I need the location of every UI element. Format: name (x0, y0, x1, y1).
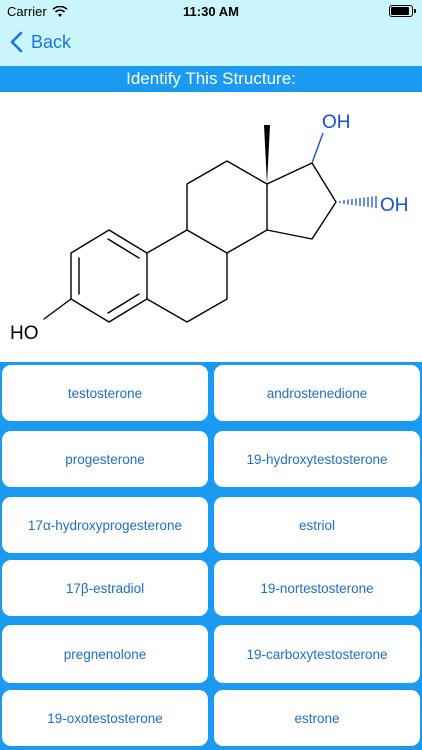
estriol-structure-diagram: OH OH HO (10, 112, 409, 344)
answer-button-19-oxotestosterone[interactable]: 19-oxotestosterone (2, 690, 208, 746)
structure-image: OH OH HO (0, 92, 422, 362)
question-title: Identify This Structure: (0, 66, 422, 92)
answer-button-estriol[interactable]: estriol (214, 497, 420, 553)
answer-button-19-nortestosterone[interactable]: 19-nortestosterone (214, 560, 420, 616)
battery-icon (389, 5, 416, 17)
answer-button-19-hydroxytestosterone[interactable]: 19-hydroxytestosterone (214, 431, 420, 487)
methyl-wedge (264, 125, 270, 184)
answer-button-pregnenolone[interactable]: pregnenolone (2, 625, 208, 683)
answer-grid: testosterone androstenedione progesteron… (0, 362, 422, 750)
ho-label: HO (10, 323, 39, 344)
oh-label-top: OH (322, 112, 351, 133)
chevron-left-icon (10, 31, 23, 53)
back-label: Back (31, 31, 72, 52)
battery-level (391, 7, 409, 15)
hashed-bond (339, 196, 377, 208)
status-bar: Carrier 11:30 AM (0, 0, 422, 22)
answer-button-19-carboxytestosterone[interactable]: 19-carboxytestosterone (214, 625, 420, 683)
answer-button-estrone[interactable]: estrone (214, 690, 420, 746)
oh-label-right: OH (380, 195, 409, 216)
answer-button-progesterone[interactable]: progesterone (2, 431, 208, 487)
answer-button-17a-hydroxyprogesterone[interactable]: 17α-hydroxyprogesterone (2, 497, 208, 553)
status-time: 11:30 AM (183, 4, 239, 19)
answer-button-17b-estradiol[interactable]: 17β-estradiol (2, 560, 208, 616)
answer-button-testosterone[interactable]: testosterone (2, 365, 208, 421)
back-button[interactable]: Back (10, 31, 71, 53)
answer-button-androstenedione[interactable]: androstenedione (214, 365, 420, 421)
navigation-bar: Back (0, 22, 422, 66)
